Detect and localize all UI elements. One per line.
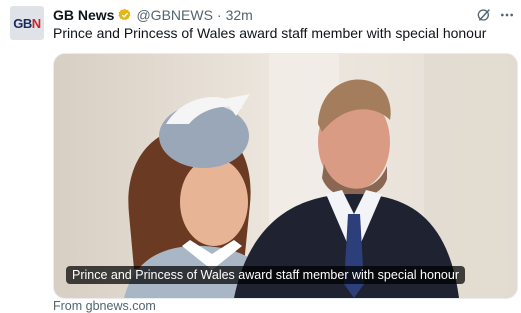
post-header: GB News @GBNEWS · 32m [53,5,253,25]
link-card[interactable]: Prince and Princess of Wales award staff… [53,53,518,299]
card-caption: Prince and Princess of Wales award staff… [66,266,465,284]
handle[interactable]: @GBNEWS [136,7,212,23]
more-icon[interactable] [497,5,517,25]
post-text: Prince and Princess of Wales award staff… [53,25,487,41]
avatar-text: GBN [13,15,41,31]
verified-badge-icon[interactable] [118,8,132,22]
timestamp[interactable]: 32m [226,7,253,23]
separator-dot: · [216,7,222,23]
grok-icon[interactable] [474,5,494,25]
display-name[interactable]: GB News [53,7,114,23]
post[interactable]: GBN GB News @GBNEWS · 32m Prince and Pri… [0,0,521,313]
card-source[interactable]: From gbnews.com [53,299,156,313]
avatar[interactable]: GBN [10,6,44,40]
card-image [54,54,517,298]
